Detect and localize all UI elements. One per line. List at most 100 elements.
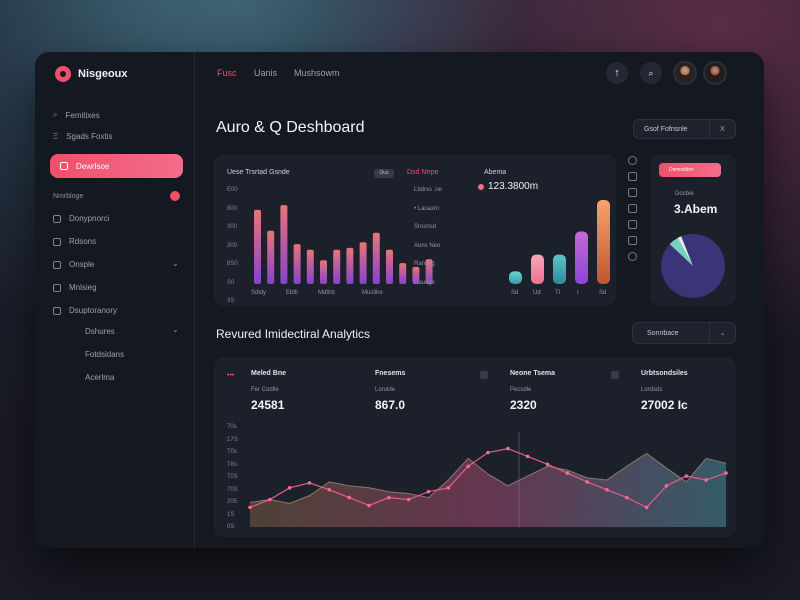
filter-button[interactable]: Gsof Fofnsnle X [633,119,736,139]
bar[interactable] [306,249,314,284]
brand-name: Nisgeoux [78,68,128,80]
data-point[interactable] [704,478,708,482]
toolbar-icons [628,156,640,268]
brand[interactable]: Nisgeoux [55,66,128,82]
data-point[interactable] [367,503,371,508]
bar[interactable] [293,244,301,284]
sidebar-subitem[interactable]: Dshures [85,327,115,336]
legend-entry: • Laoaxtn [414,205,440,212]
data-point[interactable] [248,505,252,510]
data-point[interactable] [724,471,728,475]
avatar[interactable] [673,61,697,85]
toolbar-icon[interactable] [628,188,637,197]
bar[interactable] [267,230,275,284]
bar[interactable] [280,205,288,284]
data-point[interactable] [307,481,312,485]
bar[interactable] [254,209,261,284]
folder-icon [53,214,61,223]
tab-mushsowm[interactable]: Mushsowm [294,68,340,78]
sidebar-item-label: Mnlsieg [69,283,97,292]
chevron-down-icon[interactable]: ⌄ [172,325,179,334]
bar[interactable] [359,242,367,284]
dashboard-icon [60,162,68,170]
bar[interactable] [531,254,544,284]
data-point[interactable] [387,495,391,500]
x-tick-label: Sd [511,290,518,296]
select-value: Sonnbace [647,329,679,337]
data-point[interactable] [684,474,689,478]
toolbar-icon[interactable] [628,252,637,261]
avatar[interactable] [703,61,727,85]
data-point[interactable] [426,489,431,494]
sidebar-item-active[interactable]: Dewrlsoe [50,154,183,178]
search-button[interactable]: ⌕ [640,62,662,84]
legend-entry: Ranrivg [414,261,435,267]
list-icon [53,237,61,246]
data-point[interactable] [644,505,649,510]
analytics-select[interactable]: Sonnbace ⌄ [632,322,736,344]
data-point[interactable] [268,497,272,502]
data-point[interactable] [327,487,332,492]
sidebar-item-label: Rdsons [69,237,97,246]
line-chart-svg [248,426,728,528]
database-icon [53,306,61,315]
tab-uanis[interactable]: Uanis [254,68,277,78]
sidebar-item-documents[interactable]: Donypnorci [53,214,109,223]
bar[interactable] [597,200,610,284]
sidebar-item-onsple[interactable]: Onsple [53,260,94,269]
toolbar-icon[interactable] [628,220,637,229]
chevron-down-icon[interactable]: ⌄ [172,259,179,268]
data-point[interactable] [625,495,629,500]
data-point[interactable] [446,486,451,490]
x-tick-label: Ud [533,290,541,296]
bar[interactable] [509,271,522,284]
upload-button[interactable]: ↑ [606,62,628,84]
data-point[interactable] [347,495,351,500]
filter-label: Gsof Fofnsnle [644,125,688,133]
data-point[interactable] [664,484,669,488]
sidebar-section-label: Nmrbloge [53,193,84,200]
close-icon[interactable]: X [709,120,735,138]
upload-icon: ↑ [614,67,620,79]
data-point[interactable] [545,462,550,467]
toolbar-icon[interactable] [628,156,637,165]
sidebar-item-reasons[interactable]: Rdsons [53,237,96,246]
data-point[interactable] [565,471,570,475]
sidebar-item-label: Dsuptoranory [69,306,118,315]
sidebar-item-label: Sgads Foxtis [66,132,113,141]
bar[interactable] [386,249,393,284]
toolbar-icon[interactable] [628,172,637,181]
x-tick-label: I [577,290,579,296]
tab-fusc[interactable]: Fusc [217,68,237,78]
bar[interactable] [333,249,341,284]
sidebar-item-features[interactable]: ⌕ Femitixes [53,110,100,120]
data-point[interactable] [466,464,470,469]
sidebar-item-sgads[interactable]: Ξ Sgads Foxtis [53,132,112,141]
data-point[interactable] [506,446,510,451]
data-point[interactable] [486,450,490,455]
data-point[interactable] [525,454,530,459]
lock-icon [53,283,61,292]
bar[interactable] [575,231,588,285]
chevron-down-icon[interactable]: ⌄ [709,323,735,343]
legend-entry: Aons Neo [414,242,441,249]
bar[interactable] [553,254,566,284]
data-point[interactable] [406,497,411,502]
data-point[interactable] [585,480,589,484]
toolbar-icon[interactable] [628,204,637,213]
sidebar-item-dsuptoranory[interactable]: Dsuptoranory [53,306,117,315]
data-point[interactable] [605,487,609,492]
x-tick-label: Mdtlrb [318,290,335,296]
bar[interactable] [399,263,407,284]
sidebar-item-mnlsieg[interactable]: Mnlsieg [53,283,97,292]
data-point[interactable] [287,486,292,490]
search-icon: ⌕ [648,67,654,78]
bar[interactable] [372,232,380,284]
sidebar: Nisgeoux ⌕ Femitixes Ξ Sgads Foxtis Dewr… [35,52,195,548]
sidebar-subitem[interactable]: Acerlma [85,373,114,382]
bar[interactable] [320,260,327,284]
toolbar-icon[interactable] [628,236,637,245]
bar[interactable] [346,247,354,284]
sidebar-subitem[interactable]: Fotdsidans [85,350,124,359]
small-chart-panel: Abema 123.3800m SdUdTlISdObl [470,154,616,306]
